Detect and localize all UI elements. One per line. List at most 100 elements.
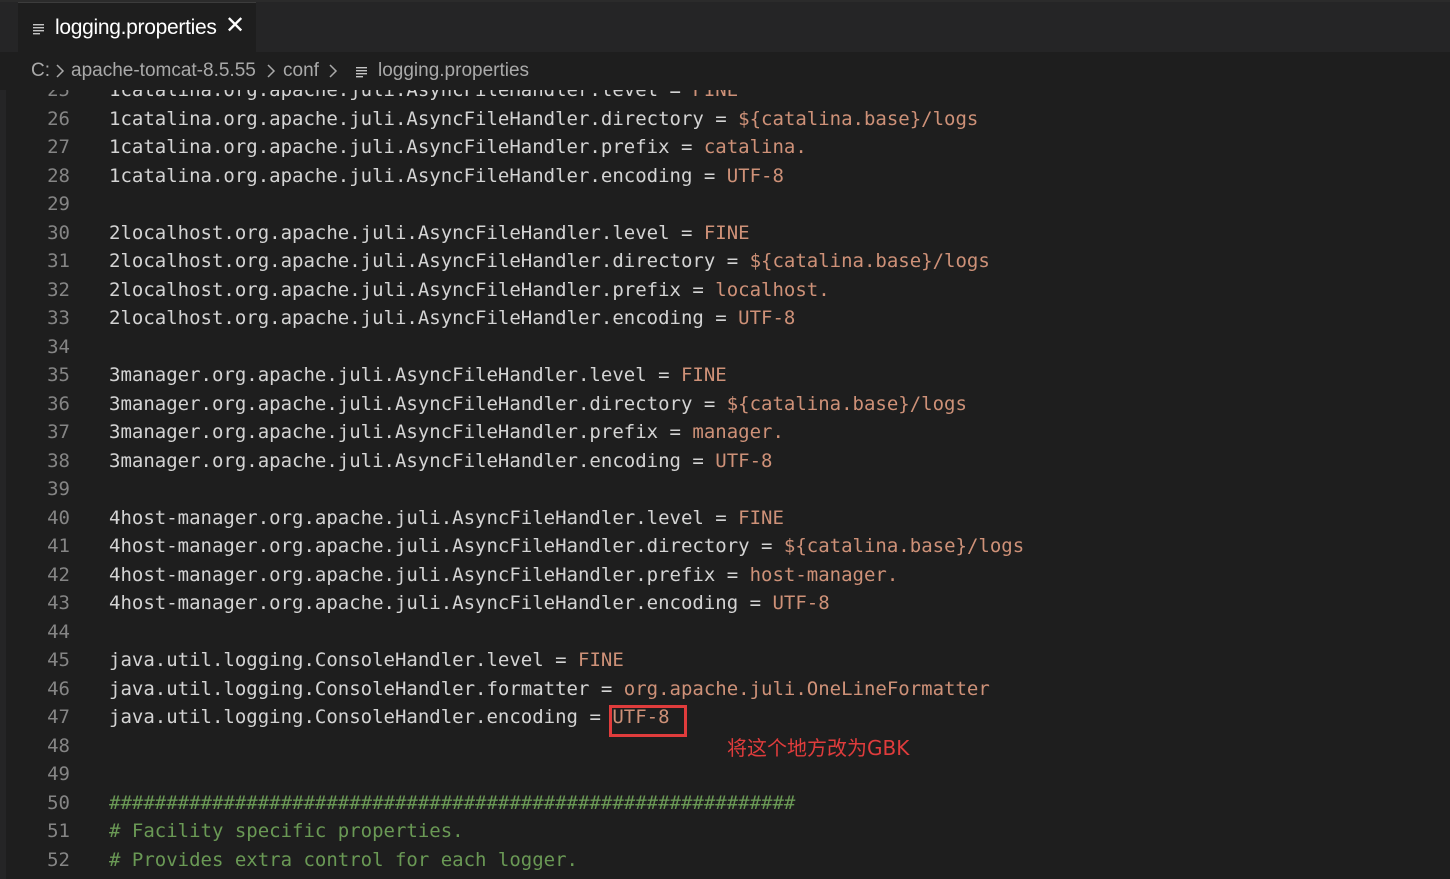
equals-sign: = <box>669 221 704 244</box>
property-key: 4host-manager.org.apache.juli.AsyncFileH… <box>109 592 739 614</box>
code-line[interactable]: 40 4host-manager.org.apache.juli.AsyncFil… <box>0 504 1450 532</box>
breadcrumb-item-conf[interactable]: conf <box>283 60 319 82</box>
line-number: 51 <box>47 820 70 842</box>
line-number: 43 <box>47 592 70 614</box>
equals-sign: = <box>703 107 739 130</box>
line-number: 32 <box>47 278 70 301</box>
property-value: UTF-8 <box>772 592 830 614</box>
line-number: 28 <box>47 164 70 187</box>
line-content: 1catalina.org.apache.juli.AsyncFileHandl… <box>109 162 784 190</box>
tab-bar: logging.properties ✕ <box>0 2 1450 52</box>
code-line[interactable]: 52 # Provides extra control for each logg… <box>0 846 1450 874</box>
property-value: manager. <box>692 421 784 443</box>
tab-label: logging.properties <box>55 16 217 39</box>
file-lines-icon <box>356 67 367 78</box>
property-key: 4host-manager.org.apache.juli.AsyncFileH… <box>109 535 750 557</box>
line-number: 42 <box>47 563 70 586</box>
property-key: java.util.logging.ConsoleHandler.encodin… <box>109 706 578 728</box>
code-line[interactable]: 51 # Facility specific properties. <box>0 817 1450 845</box>
equals-sign: = <box>680 278 716 301</box>
property-key: 3manager.org.apache.juli.AsyncFileHandle… <box>109 392 693 415</box>
property-value: catalina. <box>703 136 807 158</box>
property-key: java.util.logging.ConsoleHandler.level <box>109 649 544 671</box>
code-line[interactable]: 45 java.util.logging.ConsoleHandler.level… <box>0 646 1450 674</box>
line-number: 49 <box>47 763 70 785</box>
code-line[interactable]: 28 1catalina.org.apache.juli.AsyncFileHan… <box>0 162 1450 190</box>
line-number: 40 <box>47 506 70 529</box>
line-content: 1catalina.org.apache.juli.AsyncFileHandl… <box>109 90 738 104</box>
equals-sign: = <box>658 90 693 101</box>
code-line[interactable]: 30 2localhost.org.apache.juli.AsyncFileHa… <box>0 219 1450 247</box>
property-value: org.apache.juli.OneLineFormatter <box>623 677 990 700</box>
code-line[interactable]: 29 <box>0 190 1450 218</box>
property-value: ${catalina.base}/logs <box>726 392 967 415</box>
line-number: 26 <box>47 107 70 130</box>
line-content: java.util.logging.ConsoleHandler.formatt… <box>109 675 990 703</box>
property-key: 2localhost.org.apache.juli.AsyncFileHand… <box>109 221 670 244</box>
code-line[interactable]: 50 ######################################… <box>0 789 1450 817</box>
code-line[interactable]: 34 <box>0 333 1450 361</box>
property-value: host-manager. <box>749 563 899 586</box>
equals-sign: = <box>669 136 704 158</box>
code-line[interactable]: 46 java.util.logging.ConsoleHandler.forma… <box>0 675 1450 703</box>
annotation-text: 将这个地方改为GBK <box>727 736 910 760</box>
code-line[interactable]: 38 3manager.org.apache.juli.AsyncFileHand… <box>0 447 1450 475</box>
equals-sign: = <box>578 706 613 728</box>
code-line[interactable]: 26 1catalina.org.apache.juli.AsyncFileHan… <box>0 105 1450 133</box>
comment-text: ########################################… <box>109 791 796 814</box>
breadcrumb-item-tomcat[interactable]: apache-tomcat-8.5.55 <box>71 60 256 82</box>
property-value: ${catalina.base}/logs <box>783 535 1025 557</box>
code-line[interactable]: 27 1catalina.org.apache.juli.AsyncFileHan… <box>0 133 1450 161</box>
equals-sign: = <box>738 592 773 614</box>
code-line[interactable]: 35 3manager.org.apache.juli.AsyncFileHand… <box>0 361 1450 389</box>
line-number: 50 <box>47 791 70 814</box>
code-line[interactable]: 36 3manager.org.apache.juli.AsyncFileHand… <box>0 390 1450 418</box>
property-key: 3manager.org.apache.juli.AsyncFileHandle… <box>109 421 659 443</box>
line-number: 36 <box>47 392 70 415</box>
property-key: 3manager.org.apache.juli.AsyncFileHandle… <box>109 449 681 472</box>
code-line[interactable]: 48 <box>0 732 1450 760</box>
equals-sign: = <box>543 649 579 671</box>
line-content: 4host-manager.org.apache.juli.AsyncFileH… <box>109 532 1024 560</box>
property-value: UTF-8 <box>738 307 796 329</box>
close-icon[interactable]: ✕ <box>224 14 246 38</box>
property-value: FINE <box>680 364 727 386</box>
line-content: 2localhost.org.apache.juli.AsyncFileHand… <box>109 276 830 304</box>
line-content: 4host-manager.org.apache.juli.AsyncFileH… <box>109 589 830 617</box>
property-key: 1catalina.org.apache.juli.AsyncFileHandl… <box>109 90 659 101</box>
equals-sign: = <box>692 164 727 187</box>
breadcrumb-item-drive[interactable]: C: <box>31 60 50 82</box>
code-line[interactable]: 47 java.util.logging.ConsoleHandler.encod… <box>0 703 1450 731</box>
code-editor[interactable]: 25 1catalina.org.apache.juli.AsyncFileHan… <box>0 90 1450 879</box>
code-line[interactable]: 32 2localhost.org.apache.juli.AsyncFileHa… <box>0 276 1450 304</box>
line-content: 2localhost.org.apache.juli.AsyncFileHand… <box>109 304 795 332</box>
line-number: 45 <box>47 649 70 671</box>
line-content: 3manager.org.apache.juli.AsyncFileHandle… <box>109 390 967 418</box>
line-number: 52 <box>47 848 70 871</box>
code-line[interactable]: 39 <box>0 475 1450 503</box>
code-line[interactable]: 43 4host-manager.org.apache.juli.AsyncFil… <box>0 589 1450 617</box>
tab-logging-properties[interactable]: logging.properties ✕ <box>18 2 256 52</box>
code-line[interactable]: 33 2localhost.org.apache.juli.AsyncFileHa… <box>0 304 1450 332</box>
line-number: 31 <box>47 250 70 272</box>
code-line[interactable]: 37 3manager.org.apache.juli.AsyncFileHand… <box>0 418 1450 446</box>
file-lines-icon <box>33 24 44 35</box>
breadcrumb-item-file[interactable]: logging.properties <box>378 60 529 82</box>
chevron-right-icon <box>329 64 338 78</box>
property-key: 2localhost.org.apache.juli.AsyncFileHand… <box>109 250 716 272</box>
code-line[interactable]: 44 <box>0 618 1450 646</box>
code-line[interactable]: 49 <box>0 760 1450 788</box>
equals-sign: = <box>658 421 693 443</box>
property-key: java.util.logging.ConsoleHandler.formatt… <box>109 677 590 700</box>
property-value: ${catalina.base}/logs <box>749 250 990 272</box>
code-line[interactable]: 31 2localhost.org.apache.juli.AsyncFileHa… <box>0 247 1450 275</box>
equals-sign: = <box>589 677 624 700</box>
line-content: java.util.logging.ConsoleHandler.encodin… <box>109 703 670 731</box>
equals-sign: = <box>692 392 727 415</box>
code-line[interactable]: 42 4host-manager.org.apache.juli.AsyncFil… <box>0 561 1450 589</box>
code-line[interactable]: 25 1catalina.org.apache.juli.AsyncFileHan… <box>0 90 1450 104</box>
line-number: 30 <box>47 221 70 244</box>
line-content: 3manager.org.apache.juli.AsyncFileHandle… <box>109 361 727 389</box>
code-line[interactable]: 41 4host-manager.org.apache.juli.AsyncFil… <box>0 532 1450 560</box>
equals-sign: = <box>749 535 784 557</box>
